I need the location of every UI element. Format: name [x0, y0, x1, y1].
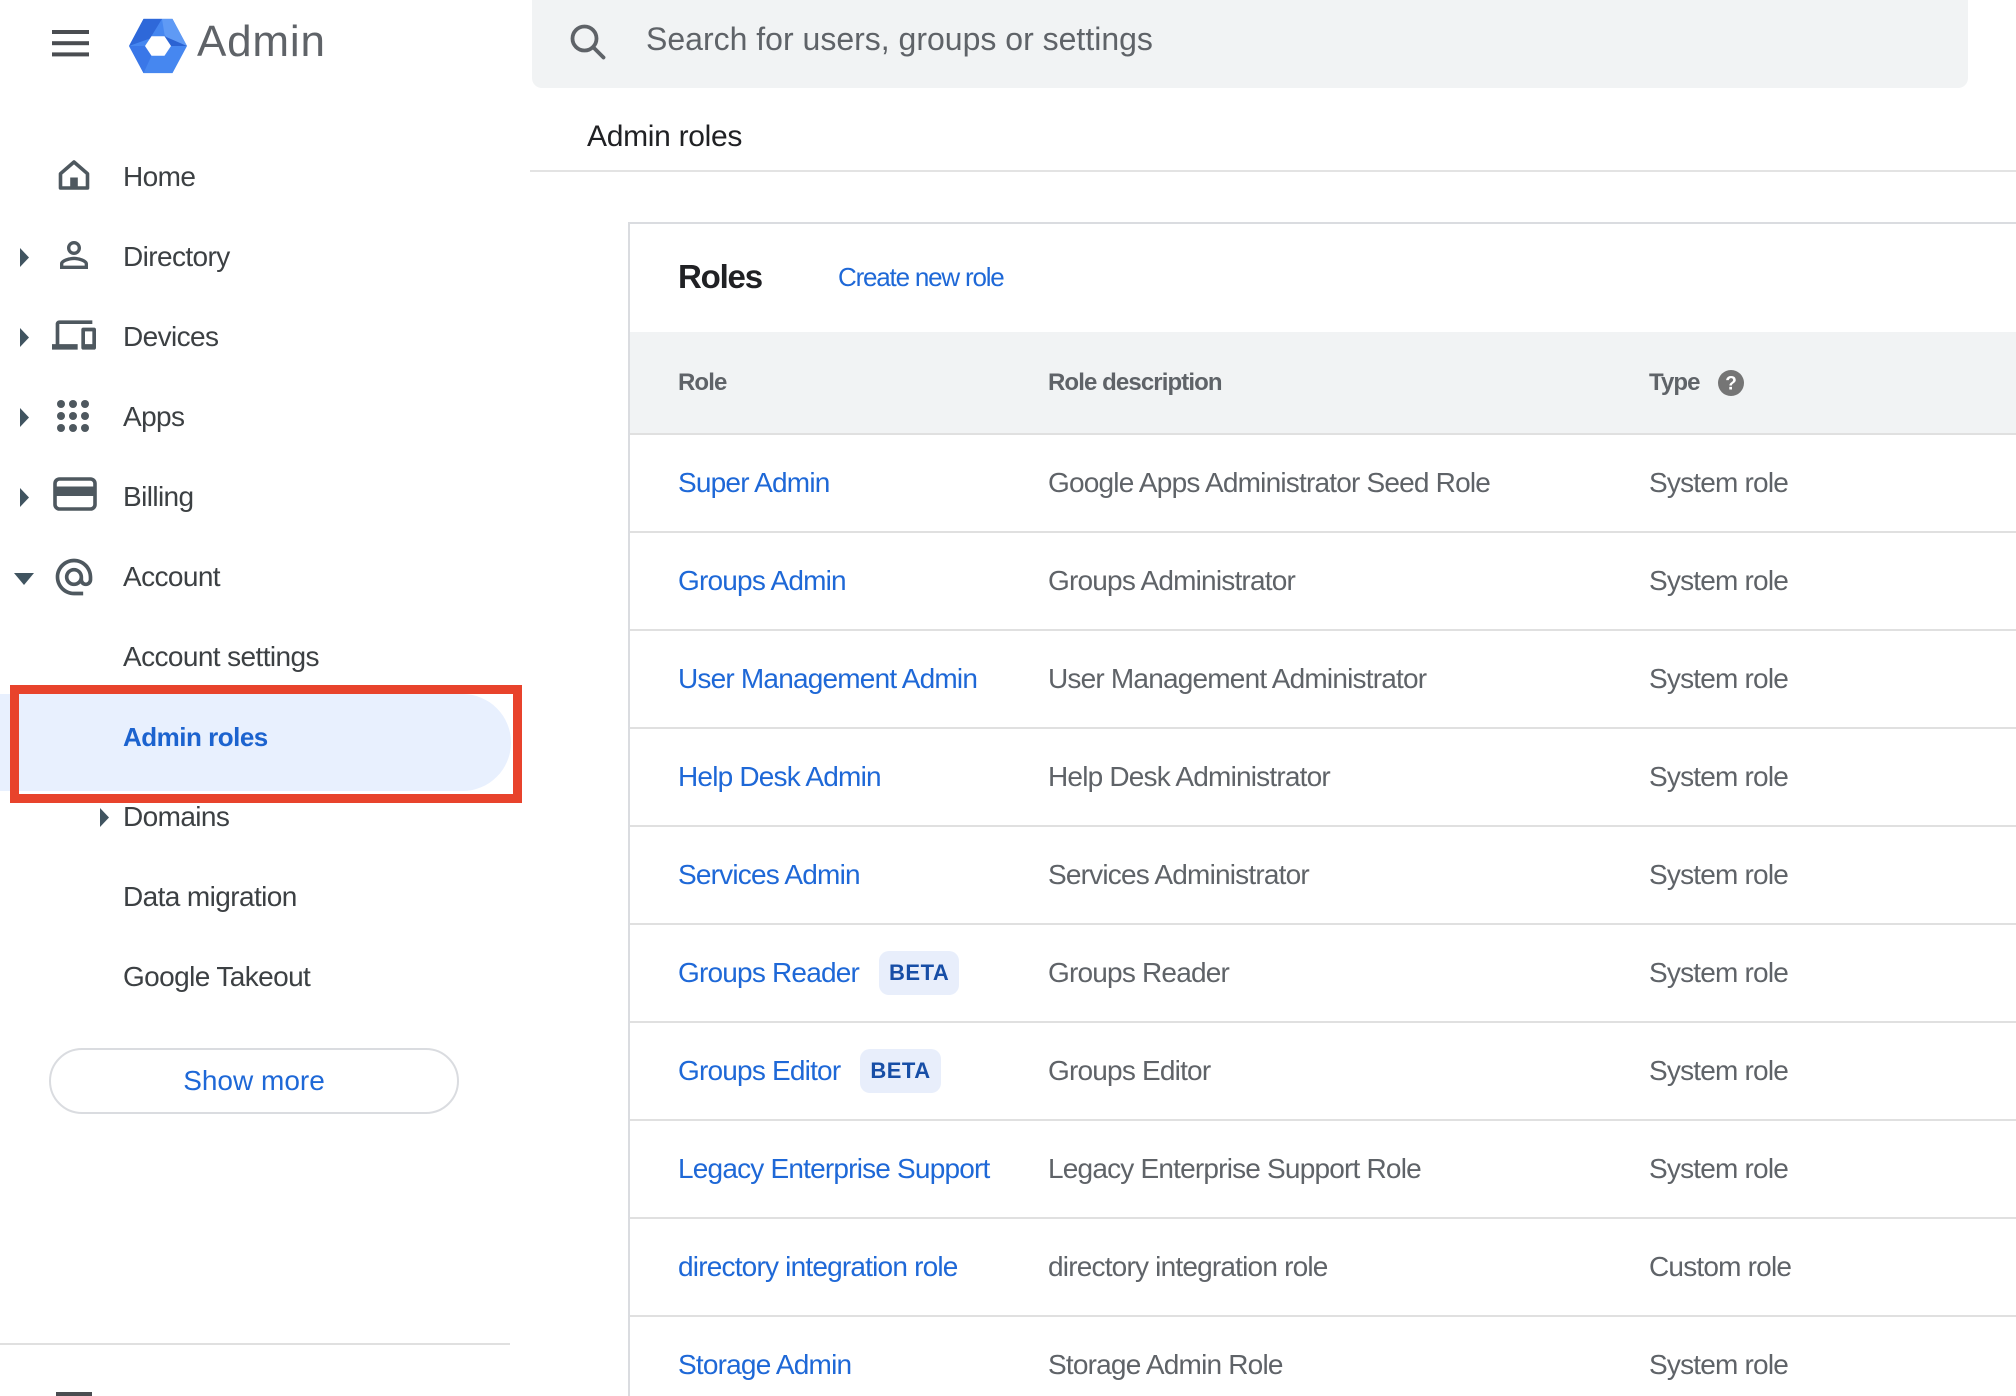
svg-text:?: ?	[1725, 374, 1737, 395]
